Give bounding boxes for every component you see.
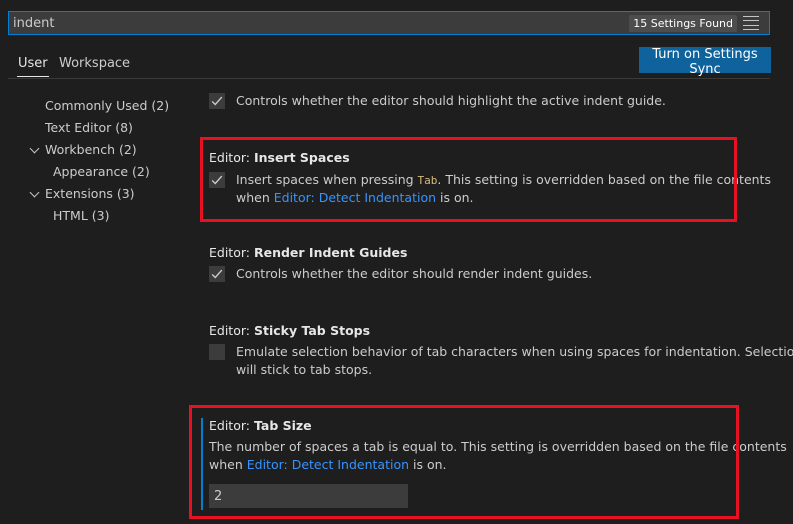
setting-category: Editor:	[209, 245, 254, 260]
tab-size-title: Editor: Tab Size	[209, 418, 312, 433]
description-text: . This setting is overridden based on th…	[437, 172, 771, 187]
checkmark-icon	[211, 96, 223, 106]
setting-name: Render Indent Guides	[253, 245, 408, 260]
results-count-badge: 15 Settings Found	[629, 14, 737, 32]
insert-spaces-description: Insert spaces when pressing Tab. This se…	[236, 171, 771, 190]
setting-name: Tab Size	[253, 418, 312, 433]
filter-icon[interactable]	[743, 16, 759, 30]
toc-item-commonly-used[interactable]: Commonly Used (2)	[45, 98, 169, 113]
tabs-divider	[8, 78, 770, 79]
toc-item-extensions[interactable]: Extensions (3)	[45, 186, 135, 201]
tab-size-input[interactable]	[209, 484, 408, 508]
turn-on-settings-sync-button[interactable]: Turn on Settings Sync	[639, 47, 771, 77]
sticky-tab-stops-title: Editor: Sticky Tab Stops	[209, 323, 370, 338]
description-text: when	[236, 190, 274, 205]
detect-indentation-link[interactable]: Editor: Detect Indentation	[247, 457, 409, 472]
settings-search-input[interactable]	[9, 13, 630, 33]
toc-item-text-editor[interactable]: Text Editor (8)	[45, 120, 133, 135]
insert-spaces-checkbox[interactable]	[209, 172, 225, 188]
chevron-down-icon[interactable]	[29, 187, 40, 198]
focus-indicator	[201, 418, 203, 510]
tab-size-description-line2: when Editor: Detect Indentation is on.	[209, 456, 447, 474]
description-text: is on.	[409, 457, 447, 472]
tab-workspace[interactable]: Workspace	[58, 55, 131, 80]
setting-category: Editor:	[209, 323, 254, 338]
insert-spaces-description-line2: when Editor: Detect Indentation is on.	[236, 189, 474, 207]
toc-item-workbench[interactable]: Workbench (2)	[45, 142, 137, 157]
inline-code: Tab	[417, 174, 438, 187]
description-text: Insert spaces when pressing	[236, 172, 418, 187]
render-indent-guides-title: Editor: Render Indent Guides	[209, 245, 407, 260]
sticky-tab-stops-checkbox[interactable]	[209, 344, 225, 360]
tab-size-description: The number of spaces a tab is equal to. …	[209, 439, 787, 454]
tab-user[interactable]: User	[17, 55, 49, 77]
insert-spaces-title: Editor: Insert Spaces	[209, 150, 350, 165]
sticky-tab-stops-description-line2: will stick to tab stops.	[236, 362, 373, 377]
checkmark-icon	[211, 269, 223, 279]
chevron-down-icon[interactable]	[29, 143, 40, 154]
highlight-active-indent-description: Controls whether the editor should highl…	[236, 93, 666, 108]
detect-indentation-link[interactable]: Editor: Detect Indentation	[274, 190, 436, 205]
sticky-tab-stops-description: Emulate selection behavior of tab charac…	[236, 344, 793, 359]
toc-item-html[interactable]: HTML (3)	[53, 208, 109, 223]
render-indent-guides-checkbox[interactable]	[209, 266, 225, 282]
settings-search-box[interactable]: 15 Settings Found	[8, 11, 770, 35]
toc-item-appearance[interactable]: Appearance (2)	[53, 164, 150, 179]
setting-category: Editor:	[209, 418, 254, 433]
setting-name: Insert Spaces	[253, 150, 350, 165]
setting-category: Editor:	[209, 150, 254, 165]
description-text: is on.	[436, 190, 474, 205]
checkmark-icon	[211, 175, 223, 185]
setting-name: Sticky Tab Stops	[253, 323, 371, 338]
render-indent-guides-description: Controls whether the editor should rende…	[236, 266, 593, 281]
highlight-active-indent-checkbox[interactable]	[209, 93, 225, 109]
description-text: when	[209, 457, 247, 472]
